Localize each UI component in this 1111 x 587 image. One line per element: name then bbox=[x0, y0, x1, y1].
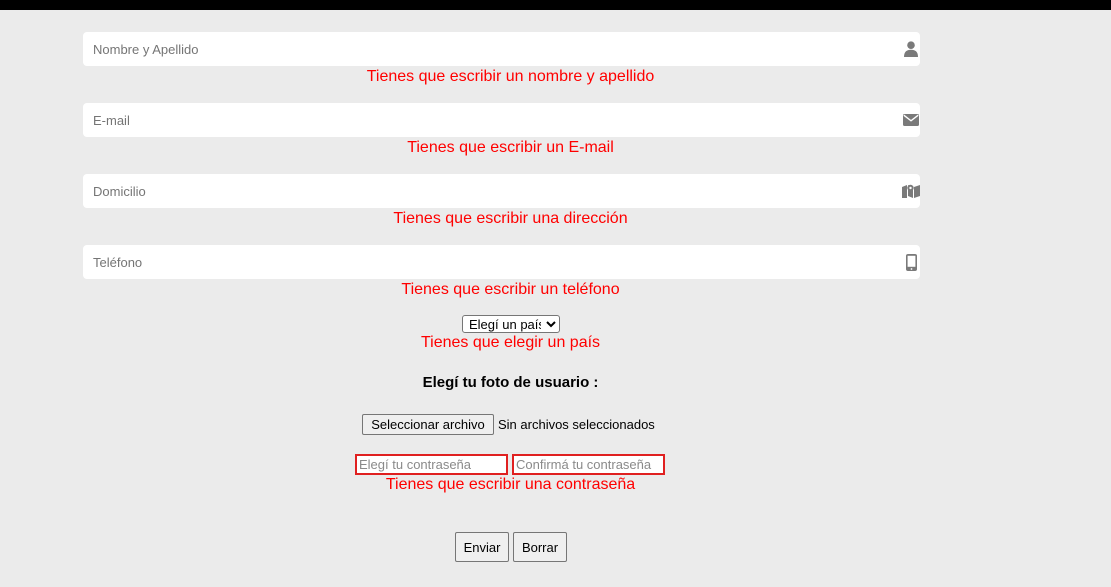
select-file-button[interactable]: Seleccionar archivo bbox=[362, 414, 494, 435]
phone-field[interactable] bbox=[83, 245, 920, 279]
submit-button[interactable]: Enviar bbox=[455, 532, 509, 562]
phone-error: Tienes que escribir un teléfono bbox=[401, 281, 620, 298]
address-field[interactable] bbox=[83, 174, 920, 208]
country-error: Tienes que elegir un país bbox=[420, 334, 601, 351]
mobile-phone-icon bbox=[902, 245, 920, 279]
name-field[interactable] bbox=[83, 32, 920, 66]
email-field[interactable] bbox=[83, 103, 920, 137]
name-input[interactable] bbox=[93, 32, 873, 66]
email-input[interactable] bbox=[93, 103, 873, 137]
reset-button[interactable]: Borrar bbox=[513, 532, 567, 562]
envelope-icon bbox=[902, 103, 920, 137]
name-error: Tienes que escribir un nombre y apellido bbox=[366, 68, 655, 85]
map-icon bbox=[902, 174, 920, 208]
top-bar bbox=[0, 0, 1111, 10]
photo-title: Elegí tu foto de usuario : bbox=[422, 374, 599, 391]
country-select[interactable]: Elegí un país bbox=[462, 315, 560, 333]
user-icon bbox=[902, 32, 920, 66]
address-error: Tienes que escribir una dirección bbox=[393, 210, 628, 227]
confirm-password-input[interactable] bbox=[512, 454, 665, 475]
password-input[interactable] bbox=[355, 454, 508, 475]
password-error: Tienes que escribir una contraseña bbox=[385, 476, 636, 493]
phone-input[interactable] bbox=[93, 245, 873, 279]
email-error: Tienes que escribir un E-mail bbox=[407, 139, 614, 156]
file-status: Sin archivos seleccionados bbox=[498, 417, 655, 432]
address-input[interactable] bbox=[93, 174, 873, 208]
